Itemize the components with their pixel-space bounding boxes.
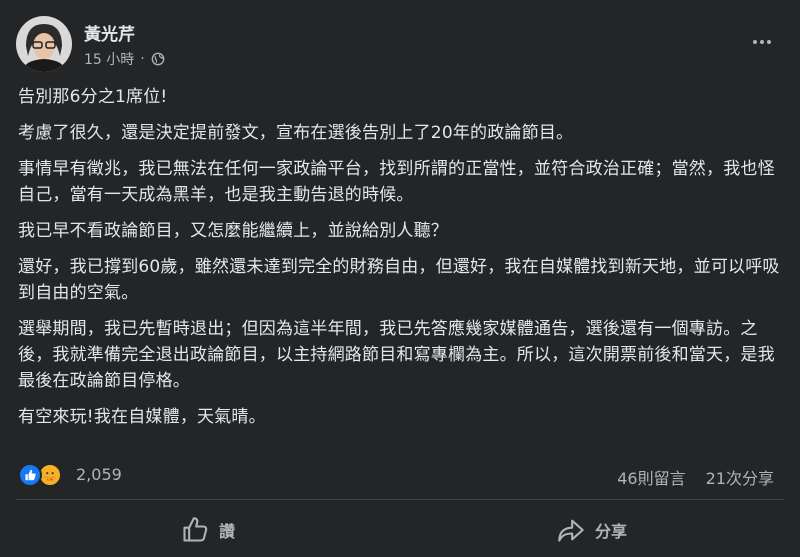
more-icon <box>753 40 757 44</box>
author-name[interactable]: 黃光芹 <box>84 20 135 45</box>
facebook-post: 黃光芹 15 小時 · 告別那6分之1席位! 考慮了很久，還是決定提前發文，宣布… <box>0 0 800 557</box>
post-paragraph: 選舉期間，我已先暫時退出；但因為這半年間，我已先答應幾家媒體通告，選後還有一個專… <box>18 319 775 391</box>
like-button[interactable]: 讚 <box>16 508 400 552</box>
post-paragraph: 事情早有徵兆，我已無法在任何一家政論平台，找到所謂的正當性，並符合政治正確；當然… <box>18 159 775 205</box>
like-reaction-icon <box>18 463 42 487</box>
post-paragraph: 我已早不看政論節目，又怎麼能繼續上，並說給別人聽？ <box>18 221 448 241</box>
share-label: 分享 <box>594 522 627 541</box>
more-options-button[interactable] <box>744 24 780 60</box>
post-paragraph: 考慮了很久，還是決定提前發文，宣布在選後告別上了20年的政論節目。 <box>18 123 574 143</box>
comment-count[interactable]: 46則留言 <box>617 465 685 489</box>
reactions-bar: 2,059 46則留言 21次分享 <box>18 462 782 488</box>
post-header: 黃光芹 15 小時 · <box>16 14 784 76</box>
like-label: 讚 <box>218 522 235 541</box>
post-time[interactable]: 15 小時 <box>84 49 134 69</box>
post-paragraph: 有空來玩!我在自媒體，天氣晴。 <box>18 407 266 427</box>
post-paragraph: 還好，我已撐到60歲，雖然還未達到完全的財務自由，但還好，我在自媒體找到新天地，… <box>18 257 780 303</box>
avatar[interactable] <box>16 16 72 72</box>
share-button[interactable]: 分享 <box>400 508 784 552</box>
meta-separator: · <box>140 51 145 67</box>
post-paragraph: 告別那6分之1席位! <box>18 87 168 107</box>
globe-icon[interactable] <box>151 52 165 66</box>
reaction-icons[interactable] <box>18 463 62 487</box>
post-actions: 讚 分享 <box>16 508 784 552</box>
post-content: 告別那6分之1席位! 考慮了很久，還是決定提前發文，宣布在選後告別上了20年的政… <box>18 84 782 440</box>
share-count[interactable]: 21次分享 <box>706 465 774 489</box>
engagement-counts: 46則留言 21次分享 <box>617 465 774 489</box>
share-icon <box>558 519 584 542</box>
reaction-count[interactable]: 2,059 <box>76 465 122 484</box>
thumbs-up-icon <box>183 517 208 542</box>
post-meta: 15 小時 · <box>84 49 165 69</box>
divider <box>16 499 784 500</box>
